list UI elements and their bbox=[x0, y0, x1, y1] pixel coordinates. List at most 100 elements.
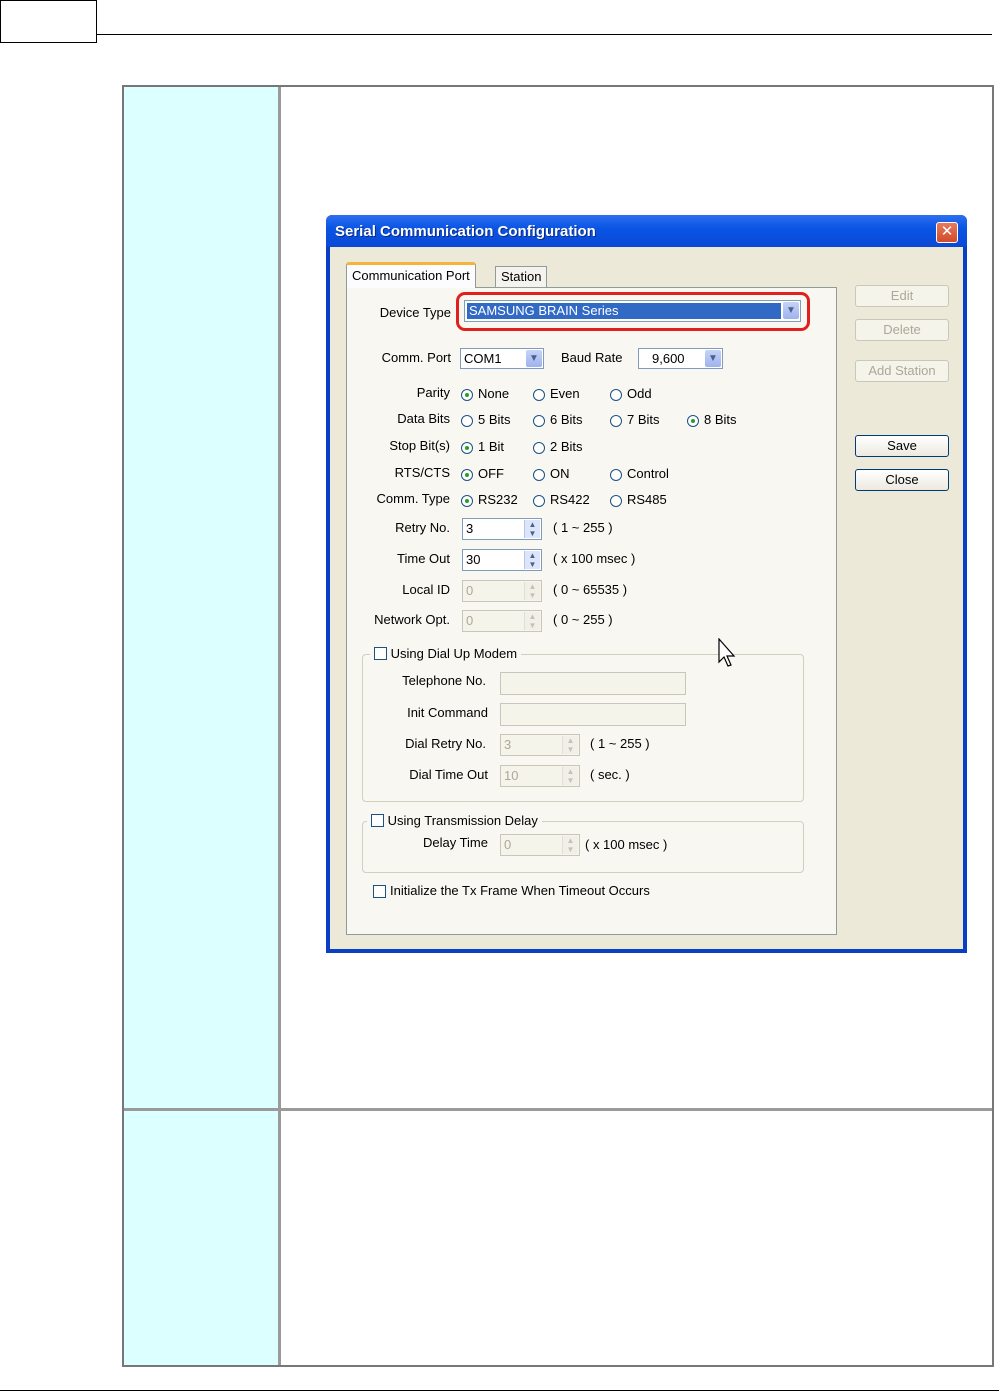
dial-retry-value: 3 bbox=[504, 737, 512, 752]
transmission-delay-checkbox[interactable] bbox=[371, 814, 384, 827]
spin-down-icon[interactable]: ▼ bbox=[529, 529, 537, 538]
dial-timeout-range: ( sec. ) bbox=[590, 767, 630, 782]
parity-none-radio[interactable] bbox=[461, 389, 473, 401]
spin-arrows-icon: ▲ ▼ bbox=[562, 736, 578, 754]
network-opt-label: Network Opt. bbox=[374, 612, 450, 627]
data-bits-7-radio[interactable] bbox=[610, 415, 622, 427]
spin-down-icon: ▼ bbox=[566, 776, 575, 785]
rts-cts-control-label: Control bbox=[627, 466, 669, 481]
dial-up-modem-legend: Using Dial Up Modem bbox=[370, 646, 522, 661]
network-opt-stepper[interactable]: 0 ▲ ▼ bbox=[462, 610, 542, 632]
local-id-label: Local ID bbox=[402, 582, 450, 597]
serial-config-dialog: Serial Communication Configuration ✕ Com… bbox=[326, 215, 967, 953]
spin-down-icon[interactable]: ▼ bbox=[529, 560, 537, 569]
comm-type-rs232-label: RS232 bbox=[478, 492, 518, 507]
highlight-annotation bbox=[456, 292, 810, 331]
dial-up-modem-checkbox[interactable] bbox=[374, 647, 387, 660]
edit-button[interactable]: Edit bbox=[855, 285, 949, 307]
spin-up-icon[interactable]: ▲ bbox=[529, 520, 537, 529]
data-bits-5-radio[interactable] bbox=[461, 415, 473, 427]
time-out-value: 30 bbox=[466, 552, 481, 567]
dial-timeout-value: 10 bbox=[504, 768, 519, 783]
dial-timeout-stepper[interactable]: 10 ▲ ▼ bbox=[500, 765, 580, 787]
stop-bits-label: Stop Bit(s) bbox=[389, 438, 450, 453]
comm-type-rs485-radio[interactable] bbox=[610, 495, 622, 507]
spin-up-icon: ▲ bbox=[566, 767, 575, 776]
spin-arrows-icon[interactable]: ▲ ▼ bbox=[524, 520, 540, 538]
data-bits-6-radio[interactable] bbox=[533, 415, 545, 427]
spin-arrows-icon: ▲ ▼ bbox=[524, 612, 540, 630]
local-id-value: 0 bbox=[466, 583, 474, 598]
baud-rate-value: 9,600 bbox=[652, 351, 685, 366]
telephone-no-input[interactable] bbox=[500, 672, 686, 695]
retry-no-label: Retry No. bbox=[395, 520, 450, 535]
mouse-cursor-icon bbox=[718, 638, 736, 667]
telephone-no-label: Telephone No. bbox=[402, 673, 486, 688]
data-bits-8-radio[interactable] bbox=[687, 415, 699, 427]
rts-cts-off-radio[interactable] bbox=[461, 469, 473, 481]
comm-type-label: Comm. Type bbox=[376, 491, 450, 506]
comm-type-rs485-label: RS485 bbox=[627, 492, 667, 507]
table-label-cell bbox=[124, 87, 278, 1108]
dial-retry-label: Dial Retry No. bbox=[405, 736, 486, 751]
rts-cts-off-label: OFF bbox=[478, 466, 504, 481]
transmission-delay-legend: Using Transmission Delay bbox=[367, 813, 542, 828]
spin-up-icon: ▲ bbox=[566, 836, 575, 845]
close-button[interactable]: Close bbox=[855, 469, 949, 491]
parity-even-radio[interactable] bbox=[533, 389, 545, 401]
local-id-stepper[interactable]: 0 ▲ ▼ bbox=[462, 580, 542, 602]
comm-port-value: COM1 bbox=[464, 351, 502, 366]
spin-up-icon: ▲ bbox=[566, 736, 575, 745]
local-id-range: ( 0 ~ 65535 ) bbox=[553, 582, 628, 597]
tab-communication-port[interactable]: Communication Port bbox=[346, 262, 476, 288]
device-type-label: Device Type bbox=[379, 305, 451, 320]
comm-type-rs422-label: RS422 bbox=[550, 492, 590, 507]
time-out-stepper[interactable]: 30 ▲ ▼ bbox=[462, 549, 542, 571]
data-bits-7-label: 7 Bits bbox=[627, 412, 660, 427]
stop-bits-1-radio[interactable] bbox=[461, 442, 473, 454]
dialog-titlebar[interactable]: Serial Communication Configuration ✕ bbox=[326, 215, 967, 247]
transmission-delay-label: Using Transmission Delay bbox=[387, 813, 538, 828]
init-tx-frame-checkbox[interactable] bbox=[373, 885, 386, 898]
init-tx-frame-label: Initialize the Tx Frame When Timeout Occ… bbox=[390, 883, 650, 898]
close-icon[interactable]: ✕ bbox=[936, 222, 958, 243]
comm-port-label: Comm. Port bbox=[381, 350, 451, 365]
init-command-label: Init Command bbox=[407, 705, 488, 720]
comm-type-rs232-radio[interactable] bbox=[461, 495, 473, 507]
rts-cts-on-radio[interactable] bbox=[533, 469, 545, 481]
dial-retry-stepper[interactable]: 3 ▲ ▼ bbox=[500, 734, 580, 756]
baud-rate-label: Baud Rate bbox=[561, 350, 623, 365]
spin-down-icon: ▼ bbox=[528, 621, 537, 630]
retry-no-stepper[interactable]: 3 ▲ ▼ bbox=[462, 518, 542, 540]
retry-no-range: ( 1 ~ 255 ) bbox=[553, 520, 613, 535]
rts-cts-on-label: ON bbox=[550, 466, 570, 481]
chevron-down-icon[interactable]: ▼ bbox=[705, 350, 721, 367]
stop-bits-2-radio[interactable] bbox=[533, 442, 545, 454]
data-bits-5-label: 5 Bits bbox=[478, 412, 511, 427]
rts-cts-control-radio[interactable] bbox=[610, 469, 622, 481]
network-opt-range: ( 0 ~ 255 ) bbox=[553, 612, 613, 627]
footer-rule bbox=[0, 1390, 999, 1391]
spin-up-icon[interactable]: ▲ bbox=[529, 551, 537, 560]
init-command-input[interactable] bbox=[500, 703, 686, 726]
spin-up-icon: ▲ bbox=[528, 582, 537, 591]
parity-label: Parity bbox=[416, 385, 450, 400]
tab-station[interactable]: Station bbox=[495, 266, 548, 287]
chevron-down-icon[interactable]: ▼ bbox=[526, 350, 542, 367]
dial-up-modem-label: Using Dial Up Modem bbox=[390, 646, 518, 661]
spin-arrows-icon[interactable]: ▲ ▼ bbox=[524, 551, 540, 569]
delay-time-stepper[interactable]: 0 ▲ ▼ bbox=[500, 834, 580, 856]
comm-port-select[interactable]: COM1 ▼ bbox=[460, 348, 544, 369]
data-bits-6-label: 6 Bits bbox=[550, 412, 583, 427]
communication-port-panel: Device Type SAMSUNG BRAIN Series ▼ Comm.… bbox=[346, 287, 837, 935]
parity-odd-radio[interactable] bbox=[610, 389, 622, 401]
comm-type-rs422-radio[interactable] bbox=[533, 495, 545, 507]
add-station-button[interactable]: Add Station bbox=[855, 360, 949, 382]
baud-rate-select[interactable]: 9,600 ▼ bbox=[638, 348, 723, 369]
save-button[interactable]: Save bbox=[855, 435, 949, 457]
column-divider bbox=[278, 87, 281, 1365]
dial-retry-range: ( 1 ~ 255 ) bbox=[590, 736, 650, 751]
time-out-range: ( x 100 msec ) bbox=[553, 551, 636, 566]
delete-button[interactable]: Delete bbox=[855, 319, 949, 341]
stop-bits-1-label: 1 Bit bbox=[478, 439, 505, 454]
